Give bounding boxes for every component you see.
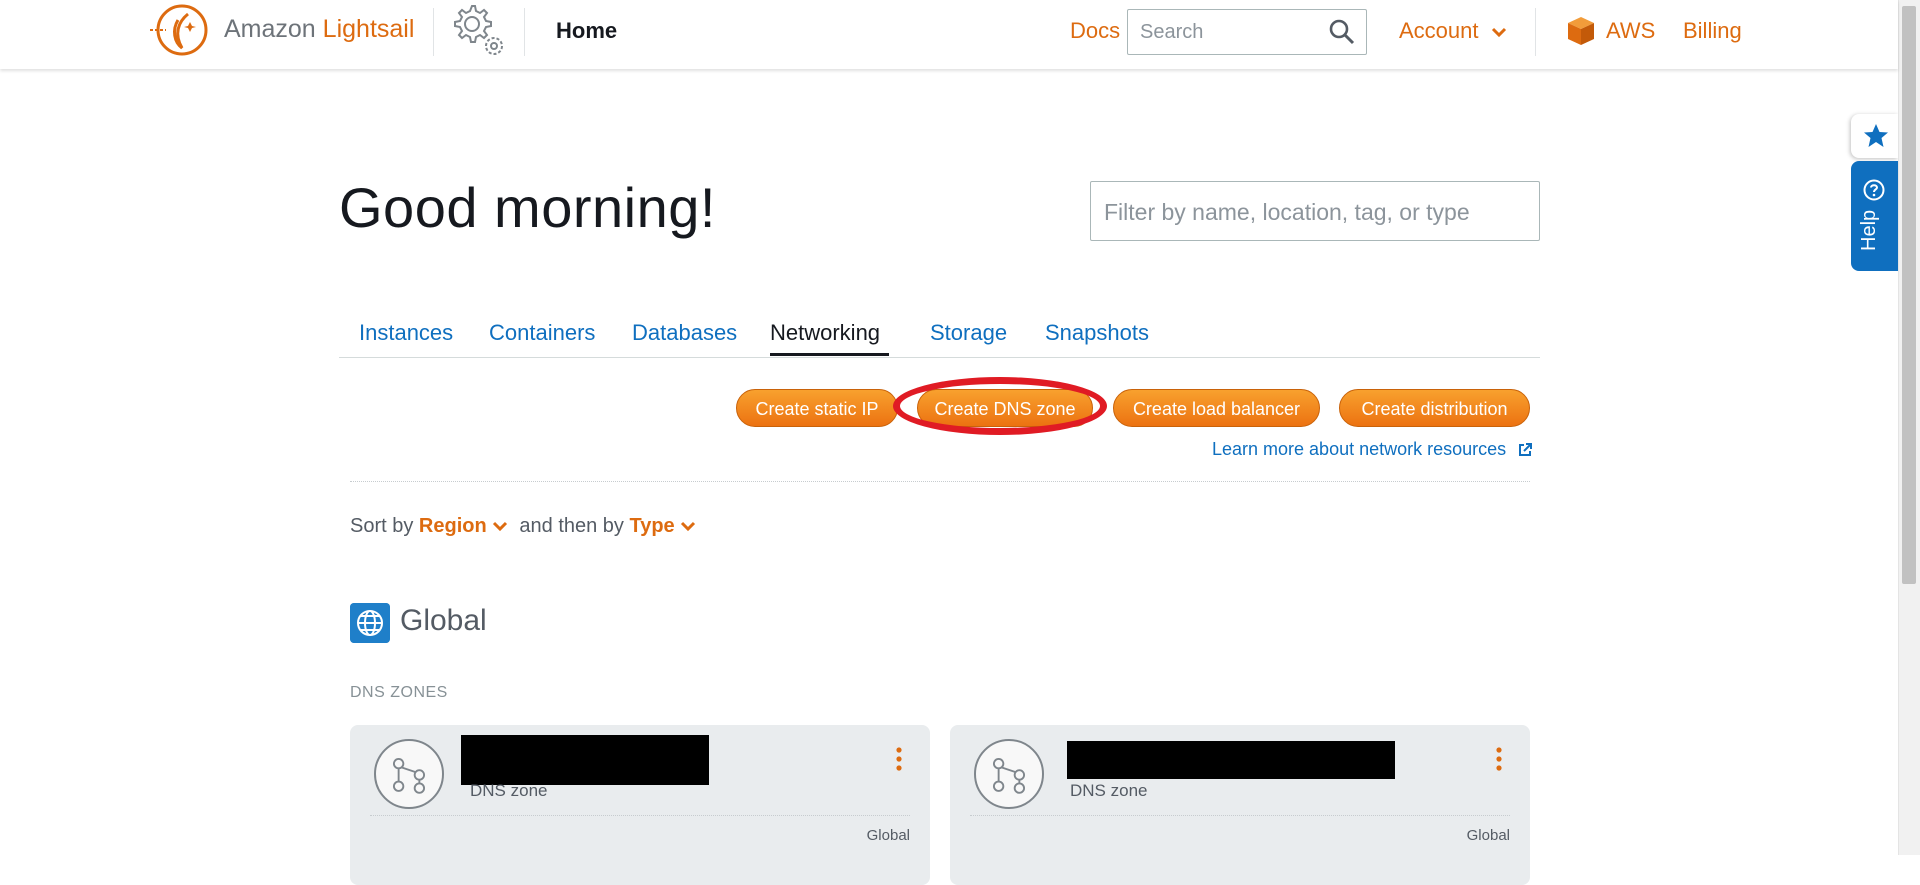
active-tab-indicator	[770, 353, 889, 356]
divider	[1535, 8, 1536, 56]
docs-link[interactable]: Docs	[1070, 18, 1120, 44]
create-load-balancer-button[interactable]: Create load balancer	[1113, 389, 1320, 427]
tab-networking[interactable]: Networking	[770, 320, 880, 346]
then-by-dropdown[interactable]: Type	[629, 515, 696, 537]
section-label: DNS ZONES	[350, 684, 448, 701]
greeting-heading: Good morning!	[339, 176, 716, 239]
gear-icon[interactable]	[448, 0, 508, 60]
sort-controls: Sort by Region and then by Type	[350, 515, 696, 538]
lightsail-logo-icon[interactable]	[148, 2, 212, 58]
learn-more-label: Learn more about network resources	[1212, 439, 1507, 459]
create-static-ip-button[interactable]: Create static IP	[736, 389, 898, 427]
dns-zone-card[interactable]: DNS zone Global	[350, 725, 930, 885]
help-label: Help	[1858, 209, 1880, 251]
divider	[433, 8, 434, 56]
globe-icon	[350, 603, 390, 643]
divider	[524, 8, 525, 56]
card-divider	[370, 815, 910, 816]
resource-type-label: DNS zone	[1070, 781, 1148, 800]
dns-zone-icon	[974, 739, 1044, 809]
create-dns-zone-button[interactable]: Create DNS zone	[917, 389, 1093, 427]
region-title: Global	[400, 604, 487, 637]
page-title: Home	[556, 18, 618, 43]
chevron-down-icon	[1491, 27, 1506, 38]
billing-link[interactable]: Billing	[1683, 18, 1742, 44]
tabs-divider	[339, 357, 1540, 358]
search-icon[interactable]	[1328, 18, 1356, 46]
sort-by-dropdown[interactable]: Region	[419, 515, 514, 537]
search-box	[1127, 9, 1367, 55]
tab-snapshots[interactable]: Snapshots	[1045, 320, 1149, 346]
tab-storage[interactable]: Storage	[930, 320, 1007, 346]
aws-console-link[interactable]: AWS	[1606, 18, 1655, 44]
aws-cube-icon	[1568, 17, 1594, 45]
then-by-value: Type	[629, 515, 675, 537]
external-link-icon	[1519, 443, 1533, 457]
learn-more-link[interactable]: Learn more about network resources	[1212, 439, 1533, 460]
filter-input[interactable]	[1102, 198, 1526, 227]
brand-name[interactable]: Amazon Lightsail	[224, 15, 414, 44]
create-distribution-button[interactable]: Create distribution	[1339, 389, 1530, 427]
card-divider	[970, 815, 1510, 816]
chevron-down-icon	[681, 521, 696, 532]
redacted-zone-name	[1067, 741, 1395, 779]
tab-containers[interactable]: Containers	[489, 320, 595, 346]
dns-zone-icon	[374, 739, 444, 809]
scrollbar-thumb[interactable]	[1902, 6, 1916, 584]
account-menu[interactable]: Account	[1399, 18, 1507, 44]
top-nav-bar: Amazon Lightsail Home Docs Account AWS B…	[0, 0, 1898, 69]
kebab-menu-icon[interactable]	[1496, 747, 1502, 771]
help-tab[interactable]: Help	[1851, 161, 1898, 271]
resource-location: Global	[1466, 827, 1510, 844]
brand-prefix: Amazon	[224, 15, 316, 43]
favorites-tab[interactable]	[1851, 114, 1898, 158]
search-input[interactable]	[1138, 20, 1322, 45]
brand-product: Lightsail	[322, 15, 415, 43]
dns-zone-card[interactable]: DNS zone Global	[950, 725, 1530, 885]
tab-databases[interactable]: Databases	[632, 320, 737, 346]
star-icon	[1864, 124, 1888, 147]
resource-location: Global	[866, 827, 910, 844]
resource-type-label: DNS zone	[470, 781, 548, 800]
section-divider	[350, 481, 1530, 482]
tab-instances[interactable]: Instances	[359, 320, 453, 346]
chevron-down-icon	[493, 521, 508, 532]
sort-by-label: Sort by	[350, 515, 414, 537]
then-by-label: and then by	[519, 515, 624, 537]
resource-filter	[1090, 181, 1540, 241]
redacted-zone-name	[461, 735, 709, 785]
account-label: Account	[1399, 18, 1479, 43]
help-icon	[1863, 179, 1885, 201]
sort-by-value: Region	[418, 515, 487, 537]
kebab-menu-icon[interactable]	[896, 747, 902, 771]
